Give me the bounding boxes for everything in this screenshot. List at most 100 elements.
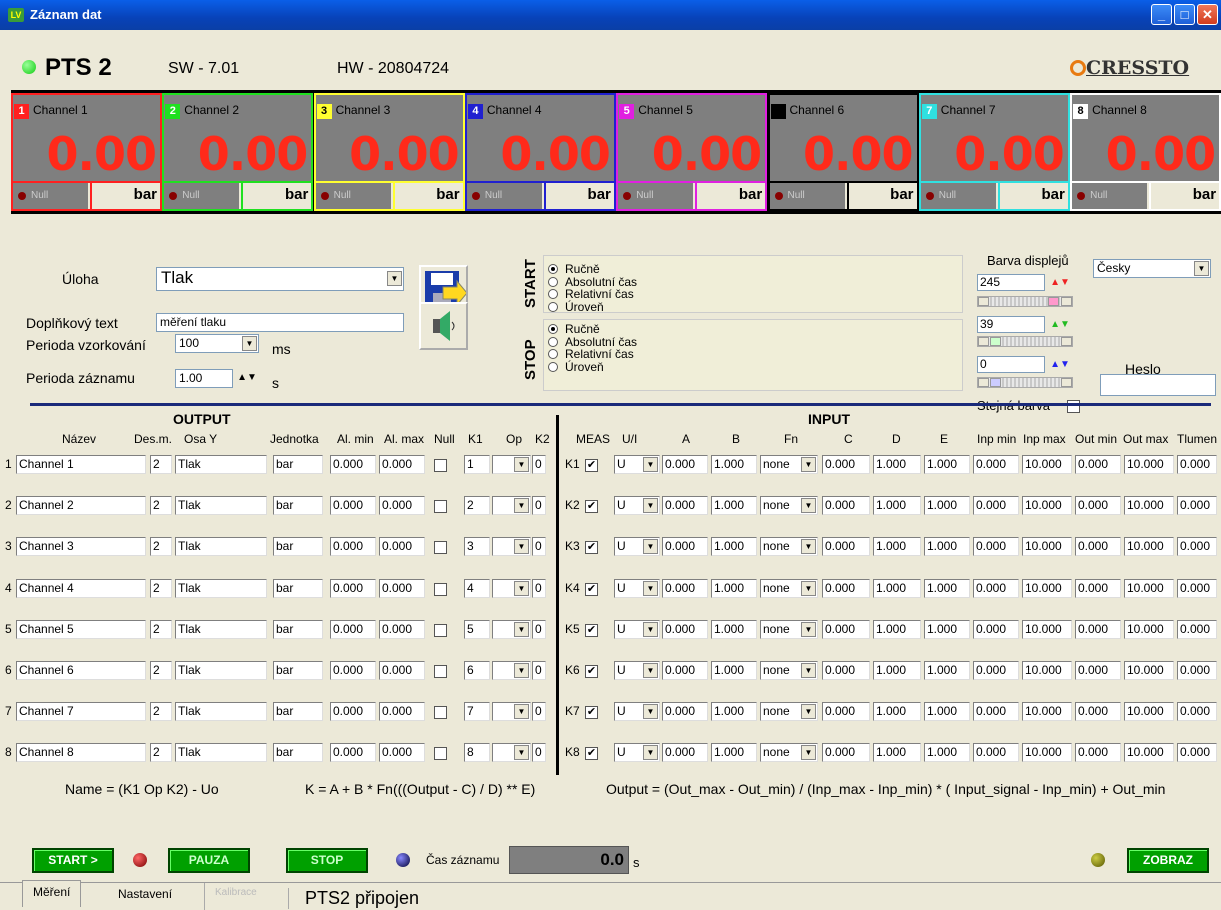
alarm-max-input[interactable]: 0.000 — [379, 578, 425, 598]
k1-input[interactable]: 8 — [464, 743, 490, 763]
color-blue-input[interactable]: 0 — [977, 356, 1045, 373]
name-input[interactable]: Channel 1 — [16, 455, 146, 474]
unit-input[interactable]: bar — [273, 619, 323, 639]
close-button[interactable]: ✕ — [1197, 4, 1218, 25]
measure-checkbox[interactable]: ✔ — [585, 459, 598, 472]
out-max-input[interactable]: 10.000 — [1124, 496, 1174, 516]
unit-input[interactable]: bar — [273, 743, 323, 763]
fn-select[interactable]: none ▼ — [760, 702, 818, 722]
null-checkbox[interactable] — [434, 706, 447, 720]
ui-select[interactable]: U ▼ — [614, 661, 660, 680]
c-input[interactable]: 0.000 — [822, 619, 870, 639]
out-max-input[interactable]: 10.000 — [1124, 619, 1174, 639]
k2-input[interactable]: 0 — [532, 455, 546, 474]
k2-input[interactable]: 0 — [532, 496, 546, 516]
e-input[interactable]: 1.000 — [924, 578, 970, 598]
inp-max-input[interactable]: 10.000 — [1022, 578, 1072, 598]
ui-select[interactable]: U ▼ — [614, 537, 660, 557]
null-button[interactable]: Null — [920, 183, 996, 209]
out-min-input[interactable]: 0.000 — [1075, 455, 1121, 474]
b-input[interactable]: 1.000 — [711, 661, 757, 680]
a-input[interactable]: 0.000 — [662, 496, 708, 516]
sampling-select[interactable]: 100 ▼ — [175, 334, 259, 353]
inp-max-input[interactable]: 10.000 — [1022, 537, 1072, 557]
decimals-input[interactable]: 2 — [150, 578, 172, 598]
k1-input[interactable]: 6 — [464, 661, 490, 680]
decimals-input[interactable]: 2 — [150, 619, 172, 639]
out-min-input[interactable]: 0.000 — [1075, 743, 1121, 763]
fn-select[interactable]: none ▼ — [760, 661, 818, 680]
out-max-input[interactable]: 10.000 — [1124, 537, 1174, 557]
inp-min-input[interactable]: 0.000 — [973, 702, 1019, 722]
damping-input[interactable]: 0.000 — [1177, 496, 1217, 516]
null-checkbox[interactable] — [434, 459, 447, 472]
name-input[interactable]: Channel 3 — [16, 537, 146, 557]
color-blue-spinner[interactable]: ▲▼ — [1047, 357, 1073, 372]
alarm-max-input[interactable]: 0.000 — [379, 743, 425, 763]
unit-input[interactable]: bar — [273, 661, 323, 680]
alarm-max-input[interactable]: 0.000 — [379, 496, 425, 516]
e-input[interactable]: 1.000 — [924, 537, 970, 557]
a-input[interactable]: 0.000 — [662, 743, 708, 763]
sound-button[interactable] — [419, 302, 468, 350]
c-input[interactable]: 0.000 — [822, 496, 870, 516]
inp-min-input[interactable]: 0.000 — [973, 496, 1019, 516]
fn-select[interactable]: none ▼ — [760, 455, 818, 474]
maximize-button[interactable]: □ — [1174, 4, 1195, 25]
unit-input[interactable]: bar — [273, 578, 323, 598]
start-button[interactable]: START > — [32, 848, 114, 873]
unit-input[interactable]: bar — [273, 702, 323, 722]
k1-input[interactable]: 4 — [464, 578, 490, 598]
stop-option-3[interactable]: Úroveň — [548, 360, 604, 374]
fn-select[interactable]: none ▼ — [760, 578, 818, 598]
alarm-min-input[interactable]: 0.000 — [330, 743, 376, 763]
out-max-input[interactable]: 10.000 — [1124, 455, 1174, 474]
e-input[interactable]: 1.000 — [924, 702, 970, 722]
inp-max-input[interactable]: 10.000 — [1022, 743, 1072, 763]
name-input[interactable]: Channel 7 — [16, 702, 146, 722]
out-min-input[interactable]: 0.000 — [1075, 619, 1121, 639]
tab-settings[interactable]: Nastavení — [108, 883, 182, 910]
out-min-input[interactable]: 0.000 — [1075, 661, 1121, 680]
out-min-input[interactable]: 0.000 — [1075, 702, 1121, 722]
damping-input[interactable]: 0.000 — [1177, 661, 1217, 680]
damping-input[interactable]: 0.000 — [1177, 702, 1217, 722]
inp-min-input[interactable]: 0.000 — [973, 537, 1019, 557]
alarm-max-input[interactable]: 0.000 — [379, 661, 425, 680]
color-green-input[interactable]: 39 — [977, 316, 1045, 333]
decimals-input[interactable]: 2 — [150, 537, 172, 557]
b-input[interactable]: 1.000 — [711, 496, 757, 516]
k1-input[interactable]: 7 — [464, 702, 490, 722]
ui-select[interactable]: U ▼ — [614, 702, 660, 722]
inp-min-input[interactable]: 0.000 — [973, 455, 1019, 474]
inp-max-input[interactable]: 10.000 — [1022, 702, 1072, 722]
op-select[interactable]: ▼ — [492, 578, 531, 598]
null-checkbox[interactable] — [434, 500, 447, 514]
measure-checkbox[interactable]: ✔ — [585, 541, 598, 555]
null-button[interactable]: Null — [618, 183, 694, 209]
record-period-input[interactable]: 1.00 — [175, 369, 233, 388]
damping-input[interactable]: 0.000 — [1177, 537, 1217, 557]
alarm-min-input[interactable]: 0.000 — [330, 702, 376, 722]
unit-input[interactable]: bar — [273, 537, 323, 557]
extra-text-input[interactable]: měření tlaku — [156, 313, 404, 332]
d-input[interactable]: 1.000 — [873, 702, 921, 722]
alarm-min-input[interactable]: 0.000 — [330, 496, 376, 516]
null-checkbox[interactable] — [434, 665, 447, 678]
same-color-checkbox[interactable] — [1067, 400, 1080, 413]
name-input[interactable]: Channel 8 — [16, 743, 146, 763]
damping-input[interactable]: 0.000 — [1177, 455, 1217, 474]
null-button[interactable]: Null — [315, 183, 391, 209]
password-input[interactable] — [1100, 374, 1216, 396]
k2-input[interactable]: 0 — [532, 702, 546, 722]
color-red-slider[interactable] — [977, 296, 1073, 307]
name-input[interactable]: Channel 4 — [16, 578, 146, 598]
damping-input[interactable]: 0.000 — [1177, 578, 1217, 598]
null-button[interactable]: Null — [466, 183, 542, 209]
unit-input[interactable]: bar — [273, 455, 323, 474]
op-select[interactable]: ▼ — [492, 496, 531, 516]
d-input[interactable]: 1.000 — [873, 743, 921, 763]
damping-input[interactable]: 0.000 — [1177, 743, 1217, 763]
tab-measurement[interactable]: Měření — [22, 880, 82, 907]
inp-min-input[interactable]: 0.000 — [973, 578, 1019, 598]
